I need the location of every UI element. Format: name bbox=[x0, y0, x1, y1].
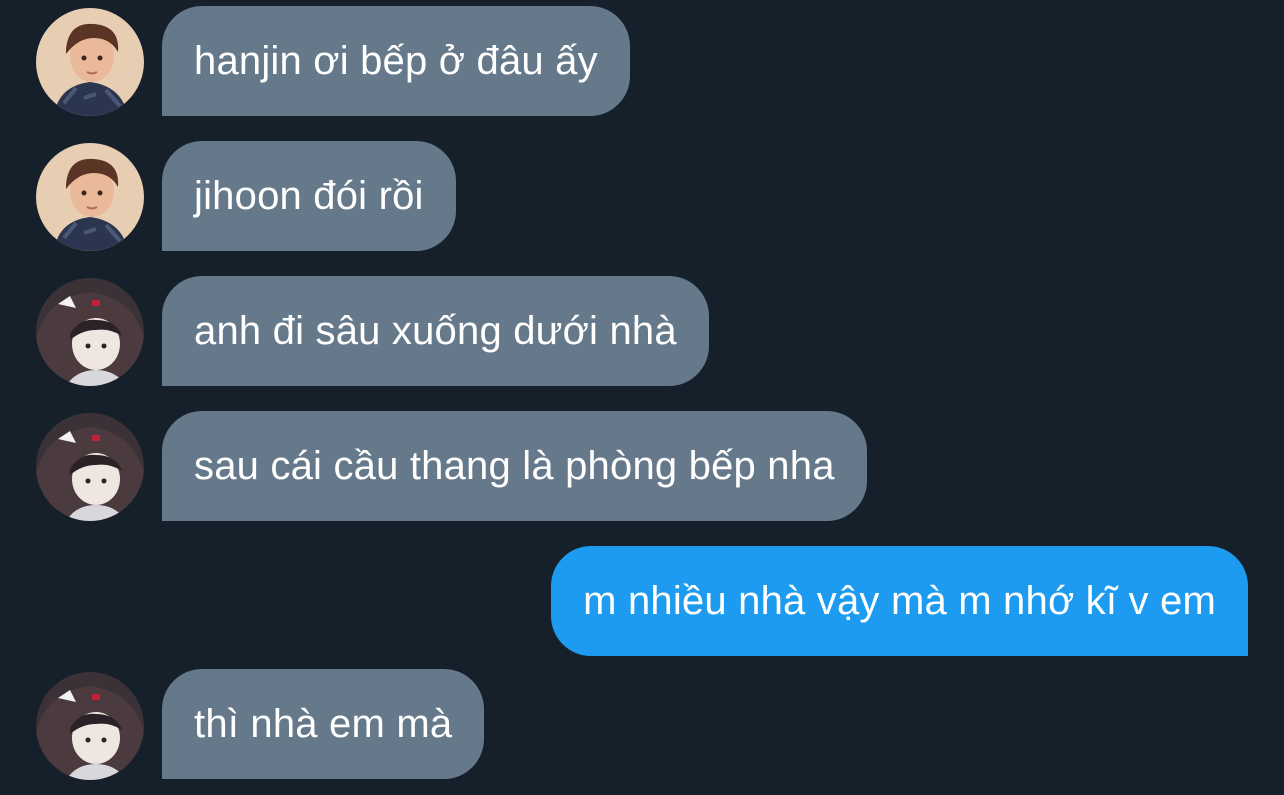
message-row: jihoon đói rồi bbox=[0, 141, 1284, 251]
message-text: jihoon đói rồi bbox=[194, 173, 424, 218]
avatar[interactable] bbox=[36, 143, 144, 251]
message-bubble[interactable]: thì nhà em mà bbox=[162, 669, 485, 779]
avatar[interactable] bbox=[36, 413, 144, 521]
message-text: hanjin ơi bếp ở đâu ấy bbox=[194, 38, 598, 83]
message-bubble[interactable]: sau cái cầu thang là phòng bếp nha bbox=[162, 411, 867, 521]
avatar[interactable] bbox=[36, 8, 144, 116]
avatar[interactable] bbox=[36, 278, 144, 386]
message-row: hanjin ơi bếp ở đâu ấy bbox=[0, 6, 1284, 116]
message-bubble[interactable]: jihoon đói rồi bbox=[162, 141, 456, 251]
avatar-photo-icon bbox=[36, 278, 144, 386]
avatar[interactable] bbox=[36, 672, 144, 780]
avatar-photo-icon bbox=[36, 413, 144, 521]
message-row: sau cái cầu thang là phòng bếp nha bbox=[0, 411, 1284, 521]
message-bubble[interactable]: anh đi sâu xuống dưới nhà bbox=[162, 276, 709, 386]
message-text: anh đi sâu xuống dưới nhà bbox=[194, 308, 677, 353]
message-text: thì nhà em mà bbox=[194, 701, 453, 746]
message-text: m nhiều nhà vậy mà m nhớ kĩ v em bbox=[583, 578, 1216, 623]
message-bubble-outgoing[interactable]: m nhiều nhà vậy mà m nhớ kĩ v em bbox=[551, 546, 1248, 656]
avatar-photo-icon bbox=[36, 8, 144, 116]
avatar-photo-icon bbox=[36, 672, 144, 780]
message-bubble[interactable]: hanjin ơi bếp ở đâu ấy bbox=[162, 6, 630, 116]
message-text: sau cái cầu thang là phòng bếp nha bbox=[194, 443, 835, 488]
message-row: anh đi sâu xuống dưới nhà bbox=[0, 276, 1284, 386]
message-row: m nhiều nhà vậy mà m nhớ kĩ v em bbox=[0, 546, 1284, 656]
message-row: thì nhà em mà bbox=[0, 669, 1284, 780]
avatar-photo-icon bbox=[36, 143, 144, 251]
